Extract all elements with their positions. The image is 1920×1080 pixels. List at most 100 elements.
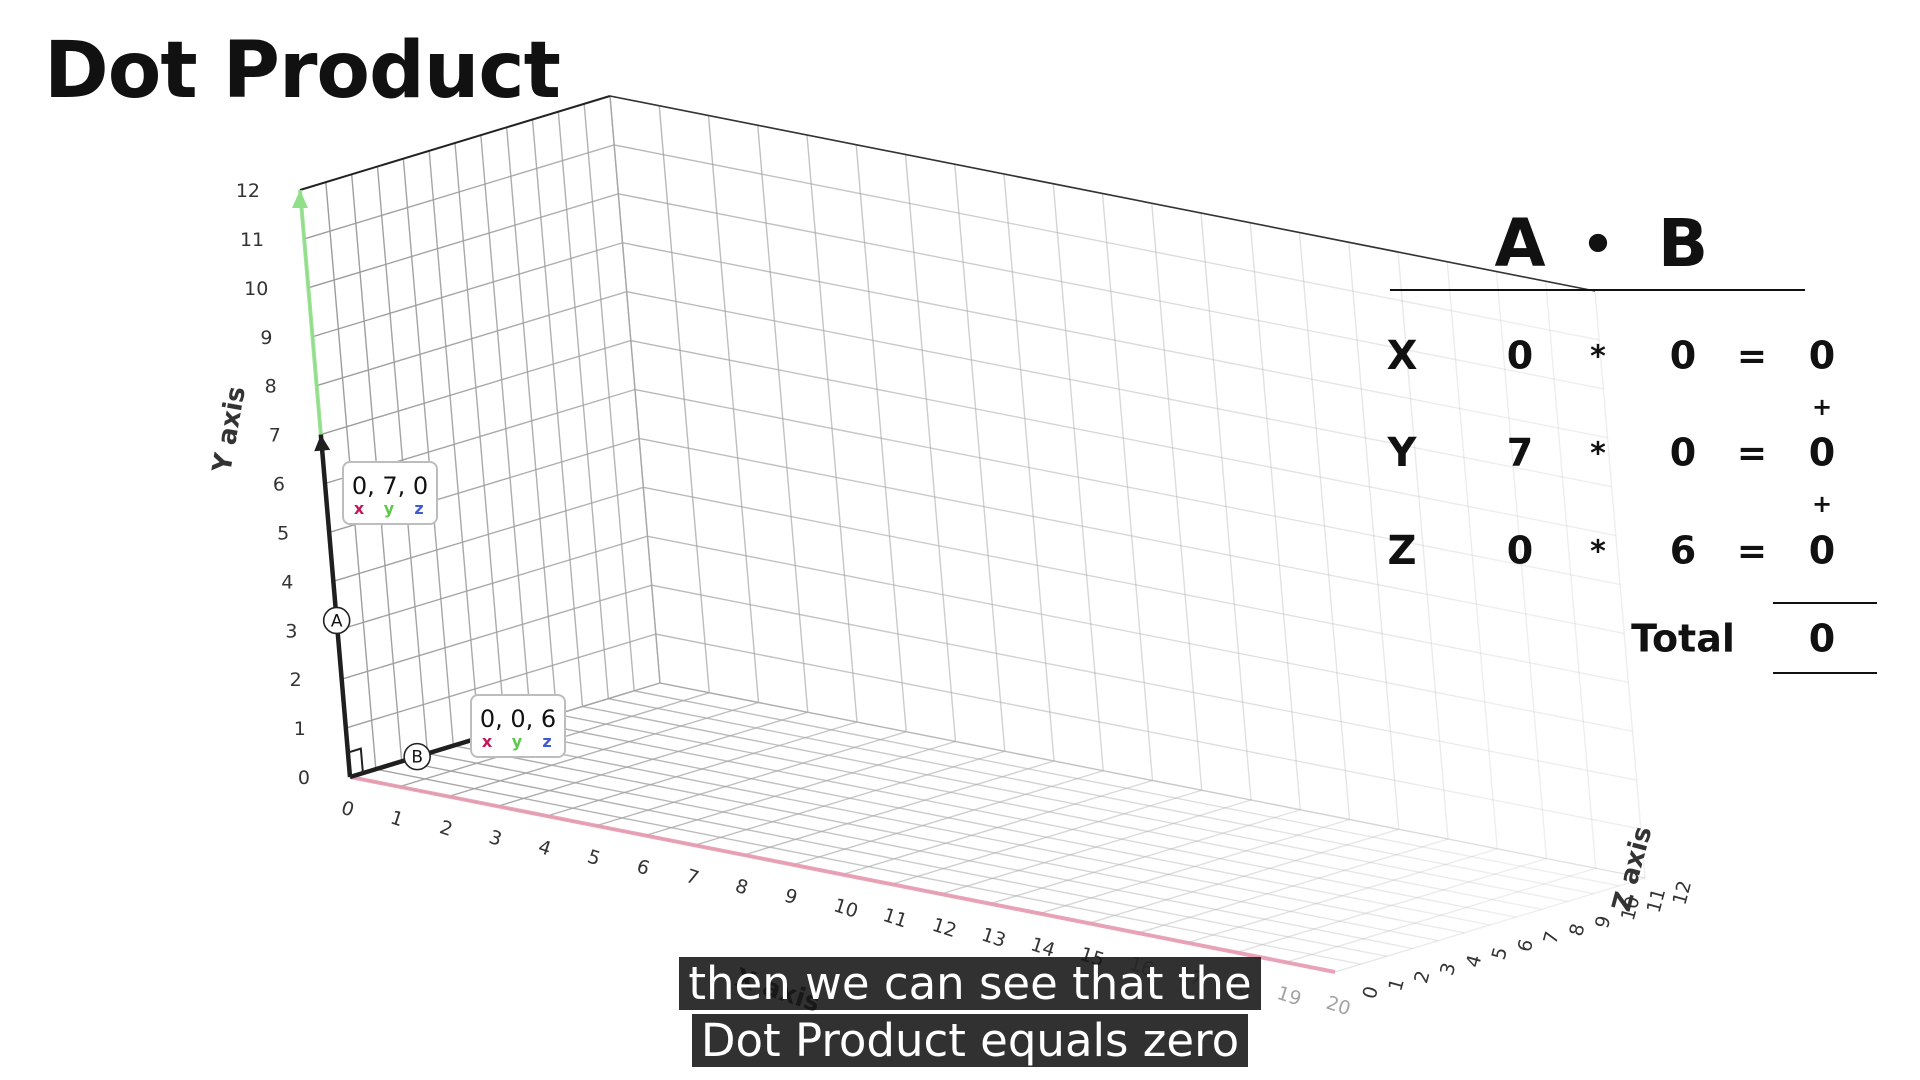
x-tick-label: 6 (634, 855, 652, 880)
vector-a-coordinates-text: 0, 7, 0 (352, 472, 428, 500)
y-tick-label: 3 (285, 620, 297, 642)
x-tick-label: 13 (979, 924, 1009, 952)
x-tick-label: 1 (388, 807, 406, 832)
grid-line (530, 721, 1516, 918)
row-y-axis: Y (1387, 430, 1418, 476)
x-tick-label: 8 (732, 875, 750, 900)
grid-line (556, 713, 1542, 911)
vector-a-coordinates-component-y: y (384, 499, 395, 518)
row-x-multiply: * (1590, 340, 1606, 375)
grid-line (608, 697, 1594, 895)
grid-line (504, 729, 1491, 926)
grid-line (614, 144, 1600, 341)
z-tick-label: 7 (1539, 929, 1563, 946)
grid-line (582, 705, 1568, 903)
grid-line (634, 388, 1621, 586)
z-tick-label: 8 (1565, 921, 1589, 938)
vector-a-arrowhead (314, 434, 331, 452)
y-axis-arrowhead (292, 190, 308, 208)
x-tick-label: 11 (880, 904, 910, 932)
vector-b-coordinates-component-y: y (512, 732, 523, 751)
grid-line (630, 339, 1616, 537)
row-z-axis: Z (1387, 528, 1416, 574)
row-y-b-value: 0 (1670, 431, 1696, 475)
row-x-b-value: 0 (1670, 334, 1696, 378)
vector-b-name-letter: B (411, 748, 423, 768)
row-z-b-value: 6 (1670, 529, 1696, 573)
row-y-equals: = (1737, 433, 1767, 474)
equation-header-dot: • (1581, 215, 1614, 275)
z-tick-label: 9 (1591, 913, 1615, 930)
grid-line (643, 486, 1629, 684)
row-x-axis: X (1387, 333, 1418, 379)
grid-line (427, 752, 1413, 950)
grid-line (647, 535, 1633, 732)
y-tick-label: 2 (290, 669, 302, 691)
vector-b-coordinates-text: 0, 0, 6 (480, 705, 556, 733)
y-tick-label: 5 (277, 522, 289, 544)
grid-line (659, 682, 1646, 879)
grid-line (639, 437, 1625, 635)
dot-product-equation: A • B X 0 * 0 = 0 + Y 7 * 0 = 0 + Z 0 * 6 = 0 Total 0 (1387, 205, 1877, 674)
subtitle-text-2: Dot Product equals zero (691, 1014, 1249, 1067)
y-tick-label: 7 (269, 425, 281, 447)
grid-line (626, 290, 1612, 488)
grid-line (618, 193, 1604, 390)
grid-line (655, 633, 1641, 830)
total-label: Total (1631, 617, 1735, 661)
row-y-result: 0 (1809, 431, 1835, 475)
total-value: 0 (1809, 617, 1835, 661)
row-y-multiply: * (1590, 437, 1606, 472)
row-y-plus: + (1812, 490, 1832, 518)
grid-line (622, 242, 1608, 439)
subtitle-line-2: Dot Product equals zero (0, 1012, 1920, 1070)
vector-a-coordinates-component-z: z (414, 499, 423, 518)
grid-line (479, 737, 1465, 934)
subtitle-text-1: then we can see that the (679, 957, 1261, 1010)
z-tick-label: 11 (1643, 886, 1671, 915)
grid-line (634, 690, 1620, 887)
y-tick-label: 1 (294, 718, 306, 740)
vector-a-name-letter: A (331, 611, 343, 631)
grid-line (375, 768, 1361, 965)
row-z-a-value: 0 (1507, 529, 1533, 573)
y-axis-label: Y axis (207, 384, 252, 475)
grid-line (651, 584, 1637, 781)
x-tick-label: 9 (782, 885, 800, 910)
y-tick-label: 6 (273, 474, 285, 496)
x-tick-label: 10 (831, 894, 861, 922)
row-y-a-value: 7 (1507, 431, 1533, 475)
equation-header-b: B (1658, 205, 1708, 282)
axes: 0123456789101112012345678910111213141516… (207, 180, 1696, 1020)
x-tick-label: 7 (683, 865, 701, 890)
subtitle-line-1: then we can see that the (0, 955, 1920, 1013)
z-tick-label: 12 (1669, 878, 1697, 907)
x-tick-label: 5 (585, 846, 603, 871)
row-z-equals: = (1737, 531, 1767, 572)
row-x-a-value: 0 (1507, 334, 1533, 378)
x-tick-label: 4 (535, 836, 553, 861)
x-tick-label: 0 (338, 797, 356, 822)
row-z-result: 0 (1809, 529, 1835, 573)
dot-product-diagram: 0123456789101112012345678910111213141516… (207, 95, 1877, 1020)
row-x-equals: = (1737, 336, 1767, 377)
y-tick-label: 12 (236, 180, 260, 202)
vector-b-coordinates-component-z: z (542, 732, 551, 751)
x-tick-label: 2 (437, 816, 455, 841)
y-tick-label: 10 (244, 278, 268, 300)
grid (299, 95, 1646, 973)
row-z-multiply: * (1590, 535, 1606, 570)
vector-a-coordinates-component-x: x (354, 499, 365, 518)
grid-line (453, 744, 1439, 942)
grid-top-edge (609, 95, 1596, 292)
x-tick-label: 12 (929, 914, 959, 942)
row-x-result: 0 (1809, 334, 1835, 378)
x-axis-line (349, 775, 1336, 974)
equation-header-a: A (1494, 205, 1545, 282)
y-tick-label: 0 (298, 767, 310, 789)
z-tick-label: 6 (1514, 937, 1538, 954)
y-tick-label: 9 (260, 327, 272, 349)
y-tick-label: 4 (281, 571, 293, 593)
y-tick-label: 11 (240, 229, 264, 251)
row-x-plus: + (1812, 393, 1832, 421)
